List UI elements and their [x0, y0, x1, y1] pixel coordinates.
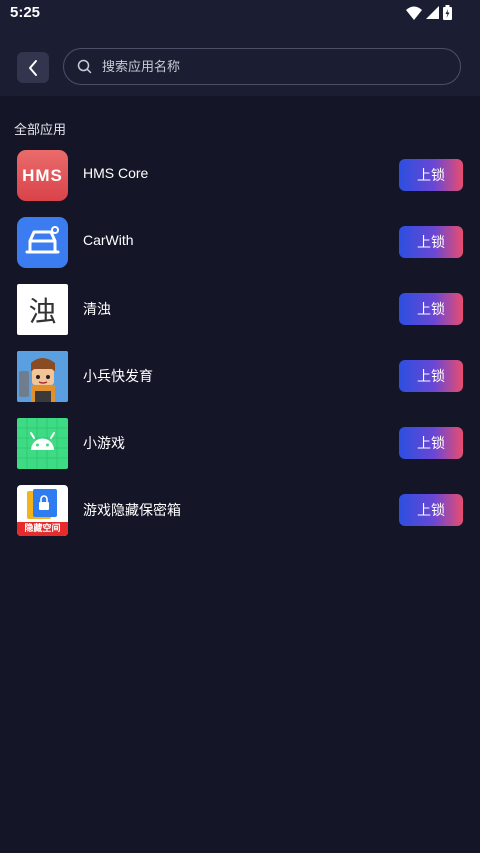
- list-item: 小游戏 上锁: [0, 416, 480, 483]
- search-box[interactable]: [63, 48, 461, 86]
- hidden-space-icon[interactable]: 隐藏空间: [17, 485, 68, 536]
- status-bar: 5:25: [0, 0, 480, 28]
- carwith-icon[interactable]: [17, 217, 68, 268]
- status-icons: [406, 5, 452, 20]
- lock-button[interactable]: 上锁: [399, 494, 463, 526]
- app-name: 小游戏: [83, 435, 125, 451]
- list-item: HMS HMS Core 上锁: [0, 148, 480, 215]
- section-title: 全部应用: [14, 123, 67, 138]
- android-icon[interactable]: [17, 418, 68, 469]
- list-item: 小兵快发育 上锁: [0, 349, 480, 416]
- back-button[interactable]: [17, 52, 49, 83]
- search-icon: [77, 59, 92, 74]
- lock-button[interactable]: 上锁: [399, 360, 463, 392]
- qingzhuo-icon[interactable]: 浊: [17, 284, 68, 335]
- list-item: CarWith 上锁: [0, 215, 480, 282]
- soldier-game-icon[interactable]: [17, 351, 68, 402]
- app-list: HMS HMS Core 上锁 CarWith 上锁 浊 清浊 上锁 小兵快发育…: [0, 148, 480, 550]
- app-name: 清浊: [83, 301, 111, 317]
- status-time: 5:25: [10, 4, 41, 21]
- app-name: 小兵快发育: [83, 368, 153, 384]
- app-name: CarWith: [83, 232, 134, 248]
- list-item: 隐藏空间 游戏隐藏保密箱 上锁: [0, 483, 480, 550]
- chevron-left-icon: [29, 59, 37, 76]
- battery-icon: [443, 5, 452, 20]
- wifi-icon: [406, 6, 422, 20]
- qingzhuo-icon-text: 浊: [28, 294, 57, 328]
- hms-core-icon[interactable]: HMS: [17, 150, 68, 201]
- lock-button[interactable]: 上锁: [399, 226, 463, 258]
- lock-button[interactable]: 上锁: [399, 293, 463, 325]
- search-input[interactable]: [100, 49, 444, 86]
- hidden-space-icon-text: 隐藏空间: [24, 524, 61, 534]
- app-name: 游戏隐藏保密箱: [83, 502, 181, 518]
- lock-button[interactable]: 上锁: [399, 427, 463, 459]
- header: [0, 28, 480, 96]
- hms-icon-text: HMS: [22, 165, 63, 185]
- signal-icon: [426, 6, 439, 19]
- app-name: HMS Core: [83, 165, 149, 181]
- list-item: 浊 清浊 上锁: [0, 282, 480, 349]
- lock-button[interactable]: 上锁: [399, 159, 463, 191]
